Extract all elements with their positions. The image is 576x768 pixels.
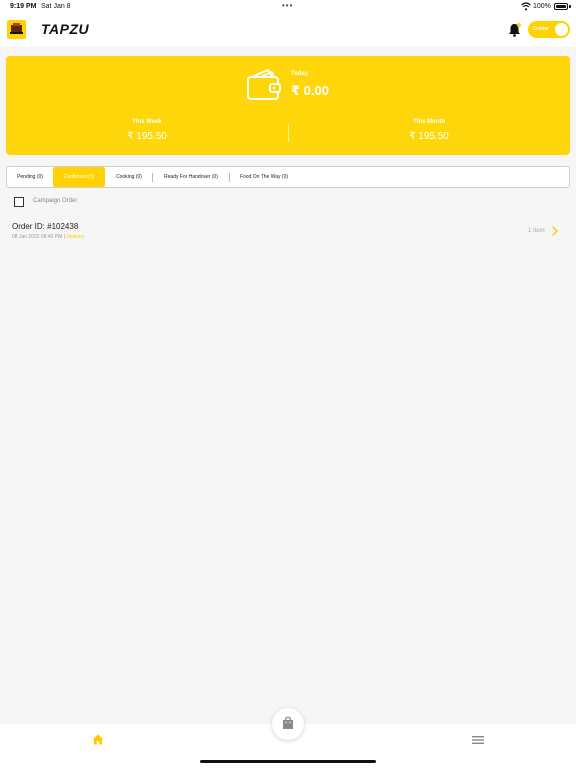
battery-tip <box>569 5 571 8</box>
battery-percentage: 100% <box>533 3 551 10</box>
brand-name: TAPZU <box>41 21 90 37</box>
menu-icon[interactable] <box>472 736 484 744</box>
today-earnings: ₹ 0.00 <box>291 83 329 98</box>
notification-badge <box>517 23 521 27</box>
tab-food-on-the-way[interactable]: Food On The Way (0) <box>230 167 298 187</box>
tab-pending[interactable]: Pending (0) <box>8 167 52 187</box>
status-date: Sat Jan 8 <box>41 3 71 10</box>
month-earnings: ₹ 195.50 <box>409 131 449 142</box>
order-type: Delivery <box>66 234 85 240</box>
toggle-knob <box>555 23 568 36</box>
status-bar: 9:19 PM Sat Jan 8 ••• 100% <box>0 0 576 14</box>
status-time: 9:19 PM <box>10 3 37 10</box>
home-icon[interactable] <box>92 734 104 745</box>
order-id: Order ID: #102438 <box>12 222 79 231</box>
campaign-order-checkbox[interactable] <box>14 197 24 207</box>
tab-ready-for-handover[interactable]: Ready For Handover (0) <box>153 167 229 187</box>
wallet-icon <box>247 69 281 100</box>
order-item-count: 1 Item <box>528 228 545 234</box>
restaurant-logo-icon <box>10 23 23 34</box>
campaign-order-label: Campaign Order <box>33 198 78 204</box>
week-earnings: ₹ 195.50 <box>127 131 167 142</box>
tab-confirmed[interactable]: Confirmed (1) <box>53 167 105 187</box>
online-toggle[interactable]: Online <box>528 21 570 38</box>
app-logo <box>7 20 26 39</box>
week-label: This Week <box>132 119 162 125</box>
shopping-bag-icon <box>283 716 293 729</box>
order-meta: 08 Jan 2022 08:40 PM | Delivery <box>12 234 84 240</box>
orders-fab-button[interactable] <box>272 708 304 740</box>
battery-icon <box>554 3 568 10</box>
order-datetime: 08 Jan 2022 08:40 PM | <box>12 234 66 240</box>
chevron-right-icon <box>552 226 558 236</box>
online-toggle-label: Online <box>533 26 549 32</box>
order-status-tabs: Pending (0) Confirmed (1) Cooking (0) Re… <box>6 166 570 188</box>
month-label: This Month <box>413 119 445 125</box>
home-indicator <box>200 760 376 763</box>
wifi-icon <box>521 2 531 11</box>
app-header: TAPZU Online <box>0 14 576 46</box>
earnings-card: Today ₹ 0.00 This Week ₹ 195.50 This Mon… <box>6 56 570 155</box>
today-label: Today <box>291 71 309 77</box>
multitask-dots-icon[interactable]: ••• <box>282 1 293 10</box>
tab-cooking[interactable]: Cooking (0) <box>106 167 152 187</box>
